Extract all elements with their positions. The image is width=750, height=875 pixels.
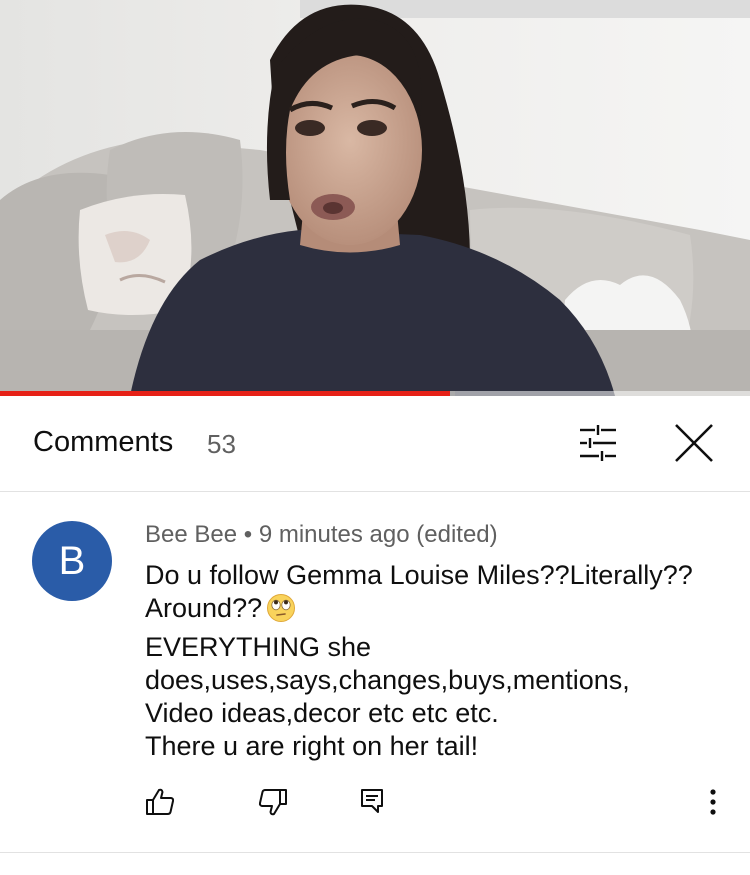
more-options-button[interactable] — [703, 788, 723, 818]
comment-line: EVERYTHING she — [145, 632, 372, 662]
comment-line-with-emoji: Around?? — [145, 592, 725, 631]
comment-line: does,uses,says,changes,buys,mentions, — [145, 665, 630, 695]
comment-text: Do u follow Gemma Louise Miles??Literall… — [145, 559, 725, 763]
comment-line: Do u follow Gemma Louise Miles??Literall… — [145, 560, 693, 590]
thumbs-down-icon — [258, 789, 287, 816]
comment-line: Video ideas,decor etc etc etc. — [145, 698, 499, 728]
comment-actions — [0, 788, 750, 818]
thumbs-up-icon — [146, 788, 175, 815]
comment-time: 9 minutes ago (edited) — [258, 521, 498, 548]
avatar-letter: B — [58, 539, 86, 583]
video-player[interactable] — [0, 0, 750, 396]
rolling-eyes-emoji-icon — [266, 593, 296, 631]
reply-button[interactable] — [360, 788, 384, 814]
close-icon — [675, 424, 713, 462]
like-button[interactable] — [145, 788, 175, 816]
dislike-button[interactable] — [258, 788, 288, 816]
comment-line: There u are right on her tail! — [145, 731, 479, 761]
sort-filter-button[interactable] — [576, 422, 620, 464]
comment-meta: Bee Bee • 9 minutes ago (edited) — [145, 521, 498, 549]
comment-item: B Bee Bee • 9 minutes ago (edited) Do u … — [0, 492, 750, 853]
comments-header: Comments 53 — [0, 396, 750, 492]
more-vert-icon — [710, 789, 716, 815]
comments-count: 53 — [207, 429, 236, 459]
comment-line: Around?? — [145, 593, 263, 623]
meta-separator: • — [243, 521, 253, 548]
close-comments-button[interactable] — [672, 421, 716, 465]
video-frame — [0, 0, 750, 396]
comment-author[interactable]: Bee Bee — [145, 521, 237, 548]
avatar[interactable]: B — [32, 521, 112, 601]
tune-icon — [580, 425, 616, 461]
reply-icon — [361, 789, 383, 813]
comments-title: Comments — [33, 426, 174, 458]
